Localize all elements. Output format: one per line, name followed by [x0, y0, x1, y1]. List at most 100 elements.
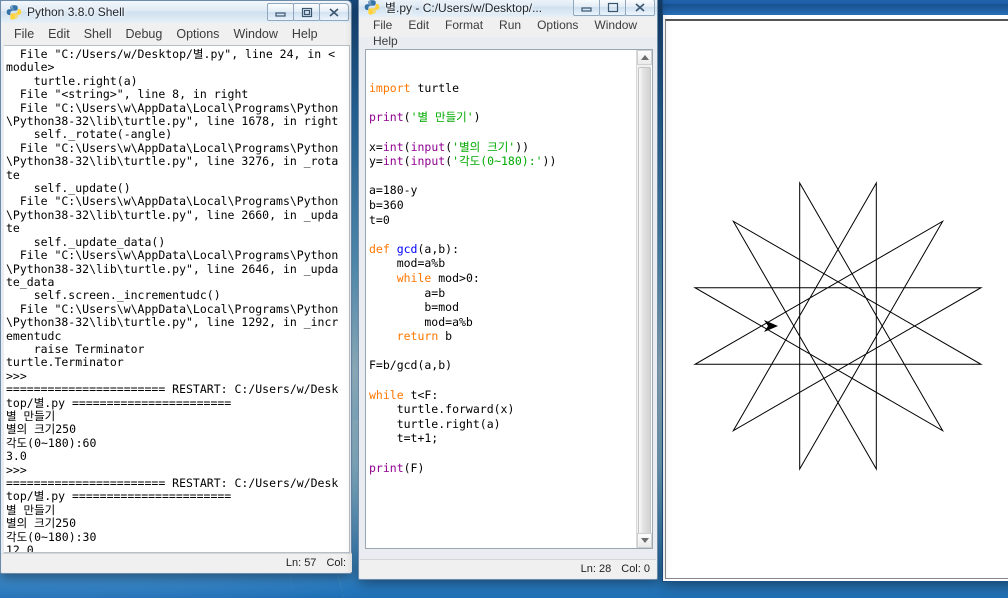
code-token: mod=a%b [369, 256, 446, 271]
shell-menu-debug[interactable]: Debug [119, 26, 170, 42]
code-token: F=b/gcd(a,b) [369, 358, 453, 373]
shell-output-line: self.screen._incrementudc() [6, 288, 221, 303]
minimize-icon[interactable] [267, 3, 294, 21]
shell-col-indicator: Col: [326, 557, 346, 569]
editor-menu-window[interactable]: Window [586, 17, 645, 33]
code-line: def gcd(a,b): [369, 242, 652, 257]
shell-menu-shell[interactable]: Shell [77, 26, 119, 42]
shell-output-line: File "C:\Users\w\AppData\Local\Programs\… [6, 248, 339, 263]
code-token: t=t+1; [369, 431, 439, 446]
shell-output-line: module> [6, 60, 55, 75]
editor-menubar[interactable]: File Edit Format Run Options Window Help [359, 17, 657, 48]
code-token: int [382, 139, 404, 154]
code-token: input [410, 139, 446, 154]
shell-output-line: 각도(0~180):60 [6, 435, 97, 450]
code-line: a=180-y [369, 183, 652, 198]
shell-menubar[interactable]: File Edit Shell Debug Options Window Hel… [1, 23, 351, 45]
python-shell-window[interactable]: Python 3.8.0 Shell File Edit Shell Debug… [0, 0, 352, 574]
shell-output-line: top/별.py ======================= [6, 489, 232, 504]
code-token: b=mod [369, 300, 460, 315]
code-token: (F) [403, 460, 425, 475]
minimize-icon[interactable] [573, 0, 600, 16]
code-line: while mod>0: [369, 271, 652, 286]
code-token: x= [369, 139, 383, 154]
code-line: y=int(input('각도(0~180):')) [369, 154, 652, 169]
code-token: ( [403, 139, 411, 154]
editor-menu-edit[interactable]: Edit [400, 17, 437, 33]
code-line: return b [369, 329, 652, 344]
editor-vertical-scrollbar[interactable] [636, 50, 652, 548]
code-token: a=180-y [369, 183, 418, 198]
turtle-canvas[interactable] [665, 19, 1008, 579]
editor-statusbar: Ln: 28 Col: 0 [360, 559, 656, 578]
code-line: while t<F: [369, 388, 652, 403]
code-line: turtle.forward(x) [369, 402, 652, 417]
editor-titlebar[interactable]: 별.py - C:/Users/w/Desktop/... [359, 0, 657, 17]
restore-icon[interactable] [599, 0, 626, 16]
shell-menu-edit[interactable]: Edit [41, 26, 77, 42]
code-token: turtle.right(a) [369, 416, 501, 431]
shell-output-line: 각도(0~180):30 [6, 529, 97, 544]
shell-output-line: 별의 크기250 [6, 422, 77, 437]
editor-title: 별.py - C:/Users/w/Desktop/... [385, 0, 543, 15]
idle-editor-window[interactable]: 별.py - C:/Users/w/Desktop/... File Edit … [358, 0, 658, 580]
code-token: ) [473, 110, 481, 125]
windows-desktop: Python 3.8.0 Shell File Edit Shell Debug… [0, 0, 1008, 598]
code-line: print('별 만들기') [369, 110, 652, 125]
shell-menu-help[interactable]: Help [285, 26, 325, 42]
code-line: F=b/gcd(a,b) [369, 358, 652, 373]
editor-menu-options[interactable]: Options [529, 17, 586, 33]
code-token: int [382, 154, 404, 169]
editor-menu-help[interactable]: Help [365, 33, 406, 49]
turtle-titlebar[interactable] [663, 0, 1008, 15]
shell-menu-options[interactable]: Options [169, 26, 226, 42]
scrollbar-thumb[interactable] [638, 67, 651, 537]
code-line: import turtle [369, 81, 652, 96]
editor-menu-file[interactable]: File [365, 17, 400, 33]
shell-output-line: File "C:\Users\w\AppData\Local\Programs\… [6, 301, 339, 316]
code-line: b=360 [369, 198, 652, 213]
code-line: print(F) [369, 461, 652, 476]
editor-code-area[interactable]: import turtle print('별 만들기') x=int(input… [365, 49, 653, 549]
shell-output-line: File "C:\Users\w\AppData\Local\Programs\… [6, 140, 339, 155]
code-token: t<F: [410, 387, 439, 402]
close-icon[interactable] [625, 0, 655, 16]
shell-output-line: \Python38-32\lib\turtle.py", line 1678, … [6, 114, 339, 129]
editor-menu-run[interactable]: Run [491, 17, 529, 33]
shell-output-line: File "C:/Users/w/Desktop/별.py", line 24,… [6, 47, 336, 61]
restore-icon[interactable] [293, 3, 320, 21]
shell-output-line: \Python38-32\lib\turtle.py", line 2646, … [6, 261, 339, 276]
code-token: )) [515, 139, 530, 154]
turtle-graphics-window[interactable] [662, 0, 1008, 582]
shell-output-line: ementudc [6, 328, 62, 343]
editor-menu-format[interactable]: Format [437, 17, 491, 33]
scroll-down-icon[interactable] [637, 533, 652, 548]
shell-menu-file[interactable]: File [7, 26, 41, 42]
shell-output-line: self._update() [6, 181, 131, 196]
scroll-up-icon[interactable] [637, 50, 652, 65]
shell-titlebar[interactable]: Python 3.8.0 Shell [1, 1, 351, 23]
shell-menu-window[interactable]: Window [226, 26, 284, 42]
shell-output-line: \Python38-32\lib\turtle.py", line 1292, … [6, 315, 339, 330]
shell-output-line: >>> [6, 368, 34, 383]
code-token: (a,b): [417, 241, 460, 256]
close-icon[interactable] [319, 3, 349, 21]
star-polygon [693, 181, 983, 471]
turtle-arrow-cursor [764, 320, 778, 332]
shell-output-line: 별의 크기250 [6, 516, 77, 531]
turtle-drawing [693, 181, 983, 471]
shell-output-area[interactable]: File "C:/Users/w/Desktop/별.py", line 24,… [4, 45, 350, 553]
code-token: '각도(0~180):' [452, 154, 543, 169]
code-token: print [369, 460, 404, 475]
code-token: turtle [417, 81, 460, 96]
code-token: ( [403, 154, 411, 169]
code-token: def [369, 241, 397, 256]
code-line: turtle.right(a) [369, 417, 652, 432]
shell-output-line: self._rotate(-angle) [6, 127, 173, 142]
